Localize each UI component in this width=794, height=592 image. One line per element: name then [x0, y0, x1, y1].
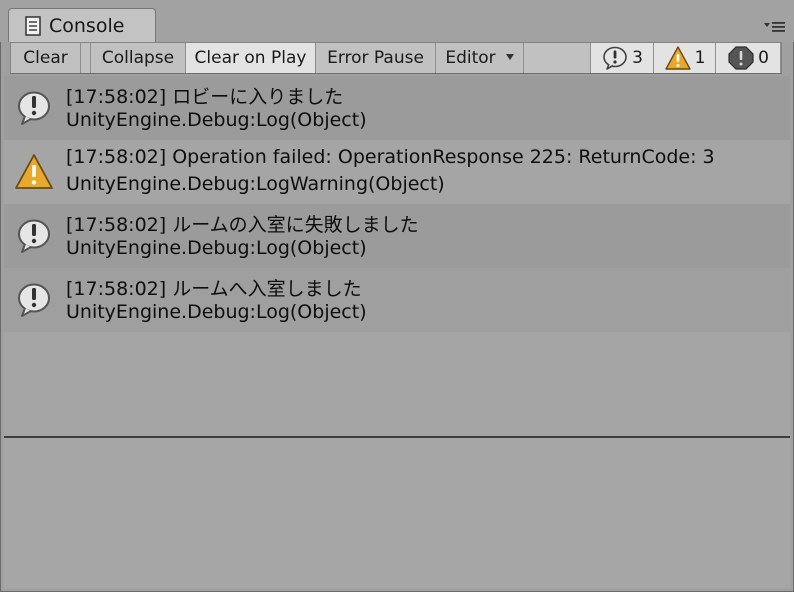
log-message: [17:58:02] Operation failed: OperationRe…	[66, 146, 715, 168]
info-icon	[18, 91, 50, 125]
console-document-icon	[25, 15, 41, 36]
info-icon	[603, 46, 627, 70]
log-message: [17:58:02] ルームの入室に失敗しました	[66, 214, 419, 236]
tab-console[interactable]: Console	[8, 8, 156, 42]
error-count-toggle[interactable]: 0	[716, 43, 781, 73]
log-stacktrace: UnityEngine.Debug:Log(Object)	[66, 237, 367, 259]
log-entry[interactable]: [17:58:02] ロビーに入りました UnityEngine.Debug:L…	[4, 76, 790, 140]
editor-dropdown[interactable]: Editor	[436, 43, 524, 73]
clear-on-play-button[interactable]: Clear on Play	[186, 43, 316, 73]
log-message: [17:58:02] ロビーに入りました	[66, 86, 344, 108]
tab-menu-icon[interactable]	[764, 19, 786, 33]
chevron-down-icon	[505, 54, 514, 60]
info-count: 3	[632, 48, 643, 68]
log-entry[interactable]: [17:58:02] ルームへ入室しました UnityEngine.Debug:…	[4, 268, 790, 332]
clear-button[interactable]: Clear	[11, 43, 81, 73]
collapse-button[interactable]: Collapse	[91, 43, 186, 73]
warning-count-toggle[interactable]: 1	[654, 43, 716, 73]
log-message: [17:58:02] ルームへ入室しました	[66, 278, 362, 300]
log-entry[interactable]: [17:58:02] Operation failed: OperationRe…	[4, 140, 790, 204]
tab-title: Console	[49, 14, 125, 37]
log-list[interactable]: [17:58:02] ロビーに入りました UnityEngine.Debug:L…	[4, 76, 790, 436]
log-stacktrace: UnityEngine.Debug:LogWarning(Object)	[66, 173, 445, 195]
info-count-toggle[interactable]: 3	[590, 43, 654, 73]
toolbar-spacer	[81, 43, 91, 73]
warning-icon	[15, 154, 53, 189]
error-pause-button[interactable]: Error Pause	[316, 43, 436, 73]
warning-icon	[664, 46, 691, 70]
tab-strip: Console	[0, 0, 794, 42]
log-stacktrace: UnityEngine.Debug:Log(Object)	[66, 109, 367, 131]
log-detail-panel[interactable]	[4, 438, 790, 588]
error-count: 0	[758, 48, 769, 68]
editor-dropdown-label: Editor	[445, 48, 496, 68]
warning-count: 1	[694, 48, 706, 68]
log-entry[interactable]: [17:58:02] ルームの入室に失敗しました UnityEngine.Deb…	[4, 204, 790, 268]
console-toolbar: Clear Collapse Clear on Play Error Pause…	[10, 42, 782, 74]
info-icon	[18, 283, 50, 317]
info-icon	[18, 219, 50, 253]
log-stacktrace: UnityEngine.Debug:Log(Object)	[66, 301, 367, 323]
error-icon	[728, 46, 754, 70]
